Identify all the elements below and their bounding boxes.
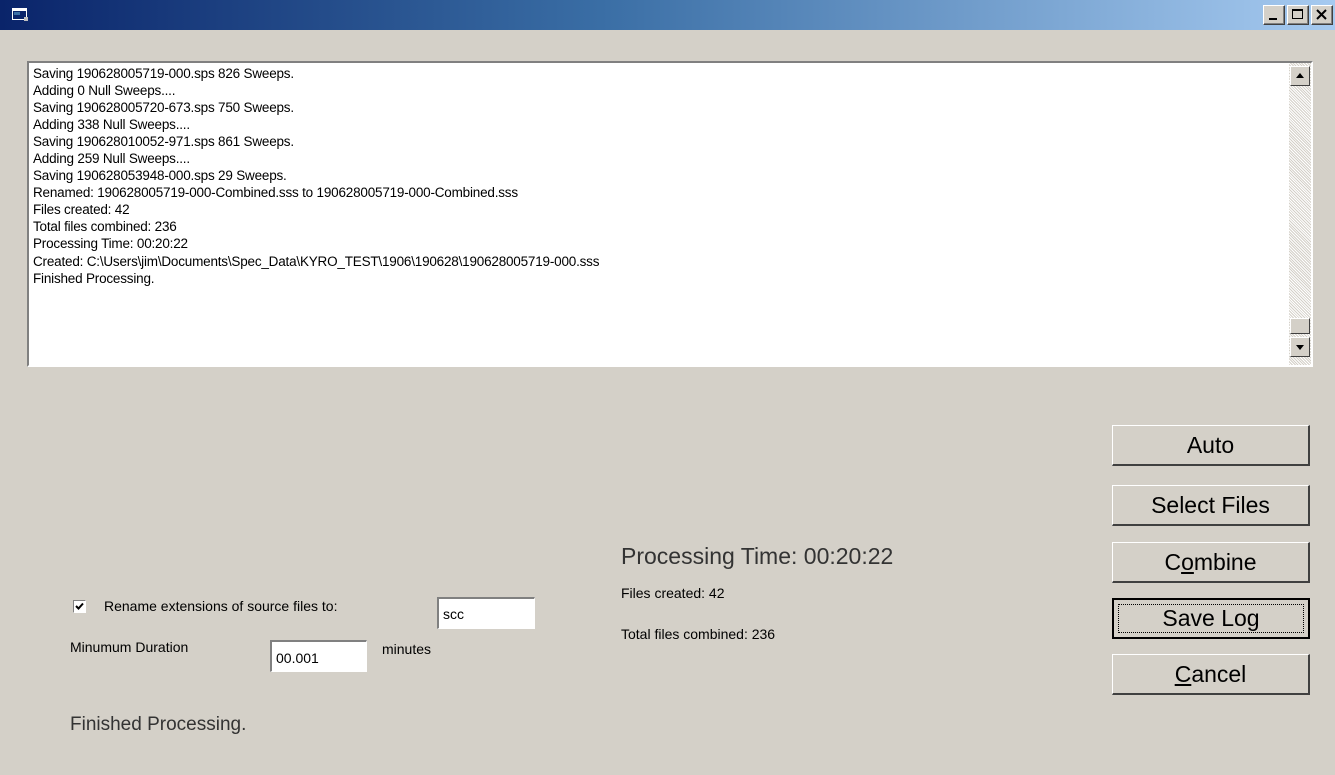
auto-button[interactable]: Auto [1112,425,1310,466]
files-created-display: Files created: 42 [621,585,725,601]
save-log-button-label: Save Log [1162,605,1260,631]
combine-label-suffix: mbine [1193,549,1257,575]
log-line: Finished Processing. [33,270,155,286]
extension-input[interactable]: scc [437,597,535,629]
cancel-accelerator: C [1174,661,1192,687]
log-line: Saving 190628053948-000.sps 29 Sweeps. [33,168,287,184]
scroll-down-button[interactable] [1290,337,1310,357]
app-window-icon[interactable] [12,8,28,21]
status-text: Finished Processing. [70,714,247,735]
combine-label-prefix: C [1164,549,1182,575]
cancel-label-suffix: ancel [1191,661,1247,687]
total-files-combined-display: Total files combined: 236 [621,626,776,642]
select-files-button[interactable]: Select Files [1112,485,1310,526]
minimum-duration-input[interactable]: 00.001 [270,640,367,672]
arrow-up-icon [1296,73,1304,78]
log-line: Created: C:\Users\jim\Documents\Spec_Dat… [33,253,600,269]
log-line: Renamed: 190628005719-000-Combined.sss t… [33,185,518,201]
log-line: Saving 190628010052-971.sps 861 Sweeps. [33,134,294,150]
combine-accelerator: o [1181,549,1194,575]
log-lines: Saving 190628005719-000.sps 826 Sweeps. A… [33,65,1285,287]
minimize-button[interactable] [1263,5,1285,25]
log-line: Files created: 42 [33,202,130,218]
cancel-button[interactable]: Cancel [1112,654,1310,695]
log-line: Saving 190628005719-000.sps 826 Sweeps. [33,66,294,81]
checkmark-icon [75,602,84,610]
log-line: Processing Time: 00:20:22 [33,236,188,252]
close-icon [1316,9,1327,20]
processing-time-display: Processing Time: 00:20:22 [621,543,894,569]
log-line: Total files combined: 236 [33,219,177,235]
auto-button-label: Auto [1186,432,1235,458]
title-bar[interactable] [0,0,1335,30]
minimum-duration-label: Minumum Duration [70,639,189,655]
log-line: Adding 259 Null Sweeps.... [33,151,190,167]
log-line: Adding 338 Null Sweeps.... [33,117,190,133]
rename-extensions-label: Rename extensions of source files to: [104,598,338,614]
maximize-icon [1292,9,1303,19]
scroll-up-button[interactable] [1290,66,1310,86]
log-line: Saving 190628005720-673.sps 750 Sweeps. [33,100,294,116]
scroll-thumb[interactable] [1290,318,1310,334]
maximize-button[interactable] [1287,5,1309,25]
log-line: Adding 0 Null Sweeps.... [33,83,176,99]
minimum-duration-unit: minutes [382,641,432,657]
log-listbox[interactable]: Saving 190628005719-000.sps 826 Sweeps. A… [27,61,1313,367]
save-log-button[interactable]: Save Log [1112,598,1310,639]
close-button[interactable] [1311,5,1333,25]
log-vertical-scrollbar[interactable] [1289,63,1311,365]
select-files-button-label: Select Files [1151,492,1270,518]
minimize-icon [1269,18,1277,20]
rename-extensions-checkbox[interactable] [73,600,86,613]
combine-button[interactable]: Combine [1112,542,1310,583]
arrow-down-icon [1296,345,1304,350]
